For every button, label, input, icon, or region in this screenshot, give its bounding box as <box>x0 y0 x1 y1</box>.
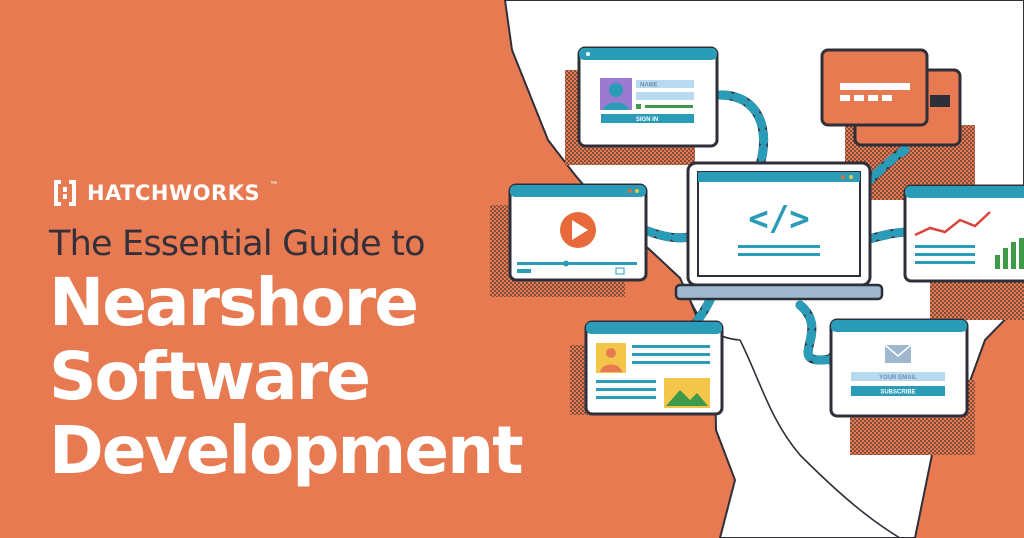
hatchworks-logo-icon <box>54 180 76 206</box>
trademark-symbol: ™ <box>270 181 278 188</box>
headline-title-line: Nearshore <box>49 264 419 341</box>
subscribe-button-label: SUBSCRIBE <box>880 390 915 396</box>
subscribe-card: YOUR EMAIL SUBSCRIBE <box>829 318 969 418</box>
article-card <box>584 320 724 416</box>
headline: The Essential Guide to Nearshore Softwar… <box>49 222 524 489</box>
hero-banner: NAME SIGN IN </> YOUR EMAIL SUBSCRIBE HA… <box>0 0 1024 538</box>
subscribe-email-placeholder: YOUR EMAIL <box>879 375 917 381</box>
code-icon: </> <box>748 199 809 239</box>
laptop: </> <box>674 161 884 301</box>
headline-title-line: Software <box>49 338 371 415</box>
chart-card <box>903 184 1024 283</box>
brand-name: HATCHWORKS <box>87 181 261 205</box>
headline-title-line: Development <box>49 412 524 489</box>
signin-name-placeholder: NAME <box>640 83 658 89</box>
signin-button-label: SIGN IN <box>636 117 658 123</box>
headline-subtitle: The Essential Guide to <box>49 224 426 264</box>
hatchworks-logo: HATCHWORKS ™ <box>52 178 277 208</box>
video-player-card <box>508 183 648 282</box>
signin-card: NAME SIGN IN <box>577 46 719 148</box>
